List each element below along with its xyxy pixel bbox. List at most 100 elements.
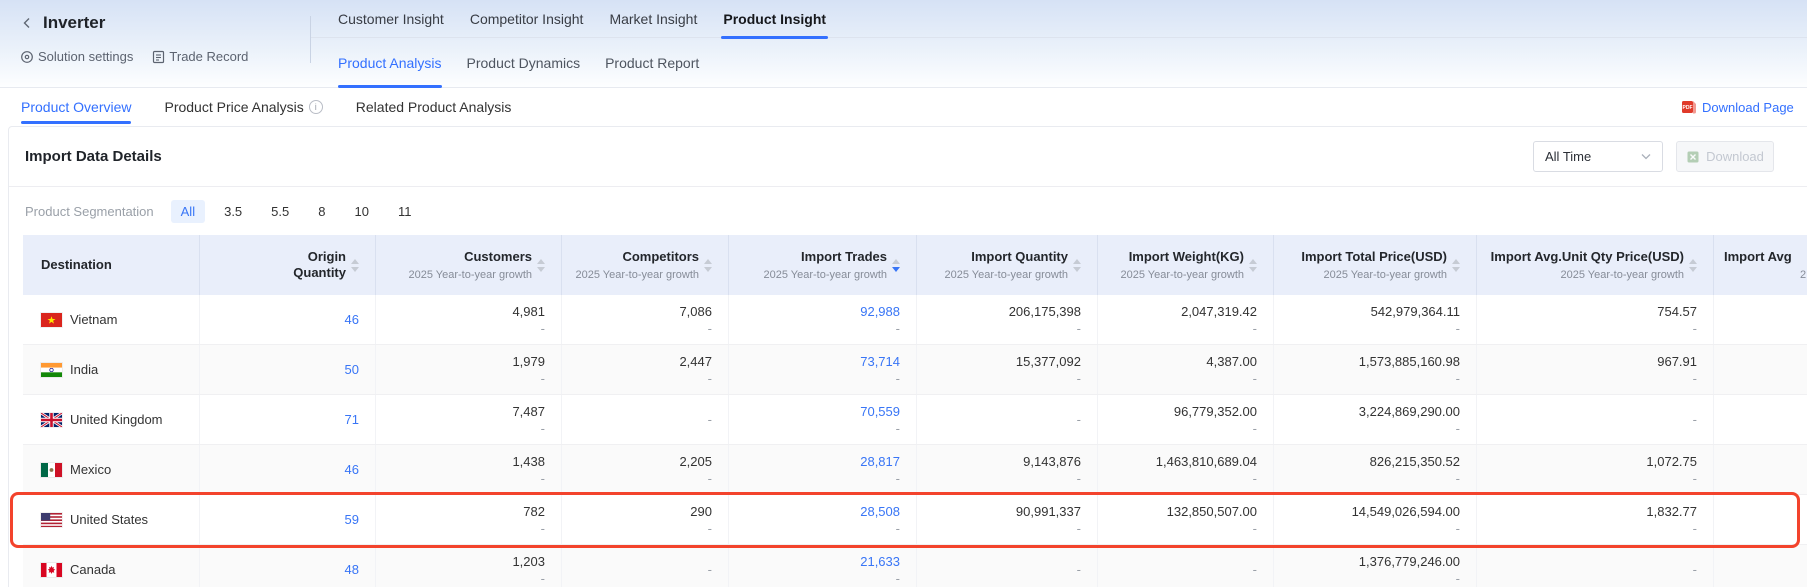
segment-option-3-5[interactable]: 3.5 [214,200,252,223]
origin-quantity-link[interactable]: 59 [345,511,359,528]
gear-icon [20,50,34,64]
download-page-button[interactable]: PDF Download Page [1681,88,1794,126]
segment-option-all[interactable]: All [171,200,205,223]
origin-quantity-link[interactable]: 46 [345,461,359,478]
trade-record-button[interactable]: Trade Record [152,49,248,64]
growth-value: - [1456,370,1460,387]
sort-control[interactable] [1249,259,1257,272]
column-header-import-quantity[interactable]: Import Quantity2025 Year-to-year growth [917,235,1098,295]
solution-settings-button[interactable]: Solution settings [20,49,133,64]
page-tab-related-product-analysis[interactable]: Related Product Analysis [356,88,512,126]
growth-value: - [1693,370,1697,387]
origin-quantity-link[interactable]: 50 [345,361,359,378]
metric-value: 967.91 [1657,353,1697,370]
sub-tab-product-dynamics[interactable]: Product Dynamics [467,38,581,87]
sort-control[interactable] [1073,259,1081,272]
main-tab-market-insight[interactable]: Market Insight [609,0,697,37]
growth-value: - [1077,411,1081,428]
time-filter-select[interactable]: All Time [1533,141,1663,172]
import-avg-partial-cell [1714,495,1807,544]
metric-value: 206,175,398 [1009,303,1081,320]
import-total-price-usd-cell: 542,979,364.11- [1274,295,1477,344]
growth-value: - [1253,370,1257,387]
segment-option-8[interactable]: 8 [308,200,335,223]
import-avg-partial-cell [1714,395,1807,444]
growth-value: - [1253,561,1257,578]
download-page-label: Download Page [1702,100,1794,115]
import-avg-unit-qty-price-usd-cell: - [1477,395,1714,444]
column-header-customers[interactable]: Customers2025 Year-to-year growth [376,235,562,295]
growth-value: - [708,320,712,337]
sort-control[interactable] [351,259,359,272]
import-trades-link[interactable]: 73,714 [860,353,900,370]
competitors-cell: 2,205- [562,445,729,494]
import-avg-unit-qty-price-usd-cell: - [1477,545,1714,587]
import-quantity-cell: 15,377,092- [917,345,1098,394]
import-trades-link[interactable]: 70,559 [860,403,900,420]
import-quantity-cell: - [917,395,1098,444]
sort-control[interactable] [704,259,712,272]
import-trades-cell: 28,508- [729,495,917,544]
metric-value: 1,573,885,160.98 [1359,353,1460,370]
import-data-panel: Import Data Details All Time Download Pr… [8,126,1807,587]
metric-value: 4,387.00 [1206,353,1257,370]
info-icon[interactable]: i [309,100,323,114]
metric-value: 4,981 [512,303,545,320]
tab-label: Product Dynamics [467,55,581,71]
page-tab-product-price-analysis[interactable]: Product Price Analysisi [164,88,322,126]
growth-value: - [896,320,900,337]
main-tab-customer-insight[interactable]: Customer Insight [338,0,444,37]
import-trades-link[interactable]: 92,988 [860,303,900,320]
import-quantity-cell: 90,991,337- [917,495,1098,544]
origin-quantity-cell: 50 [200,345,376,394]
column-title: Import Avg2 [1724,249,1806,282]
growth-value: - [1253,470,1257,487]
sort-control[interactable] [892,259,900,272]
sort-control[interactable] [1452,259,1460,272]
header-tabs: Customer Insight Competitor Insight Market… [311,0,1807,87]
sort-control[interactable] [537,259,545,272]
growth-value: - [541,520,545,537]
origin-quantity-link[interactable]: 71 [345,411,359,428]
metric-value: 132,850,507.00 [1167,503,1257,520]
origin-quantity-link[interactable]: 48 [345,561,359,578]
competitors-cell: - [562,545,729,587]
column-header-destination: Destination [23,235,200,295]
origin-quantity-cell: 46 [200,295,376,344]
tab-label: Product Insight [723,11,826,27]
back-button[interactable] [20,16,34,30]
page-tab-product-overview[interactable]: Product Overview [21,88,131,126]
column-header-import-trades[interactable]: Import Trades2025 Year-to-year growth [729,235,917,295]
canada-flag [41,563,62,577]
main-tab-bar: Customer Insight Competitor Insight Market… [311,0,1807,38]
column-header-import-weight-kg[interactable]: Import Weight(KG)2025 Year-to-year growt… [1098,235,1274,295]
growth-value: - [1456,320,1460,337]
sort-desc-icon [351,267,359,272]
document-icon [152,50,165,64]
table-row-india: India501,979-2,447-73,714-15,377,092-4,3… [23,345,1807,395]
growth-value: - [1693,411,1697,428]
download-button[interactable]: Download [1676,141,1774,172]
sort-control[interactable] [1689,259,1697,272]
column-header-origin-quantity[interactable]: OriginQuantity [200,235,376,295]
main-tab-product-insight[interactable]: Product Insight [723,0,826,37]
column-header-import-total-price-usd[interactable]: Import Total Price(USD)2025 Year-to-year… [1274,235,1477,295]
segment-option-11[interactable]: 11 [388,200,422,223]
import-avg-partial-cell [1714,295,1807,344]
import-trades-link[interactable]: 28,817 [860,453,900,470]
segment-option-5-5[interactable]: 5.5 [261,200,299,223]
main-tab-competitor-insight[interactable]: Competitor Insight [470,0,584,37]
import-total-price-usd-cell: 3,224,869,290.00- [1274,395,1477,444]
origin-quantity-link[interactable]: 46 [345,311,359,328]
import-trades-link[interactable]: 28,508 [860,503,900,520]
tab-label: Customer Insight [338,11,444,27]
destination-cell: United States [23,495,200,544]
import-trades-link[interactable]: 21,633 [860,553,900,570]
import-trades-cell: 92,988- [729,295,917,344]
trade-record-label: Trade Record [169,49,248,64]
column-header-import-avg-unit-qty-price-usd[interactable]: Import Avg.Unit Qty Price(USD)2025 Year-… [1477,235,1714,295]
sub-tab-product-analysis[interactable]: Product Analysis [338,38,442,87]
sub-tab-product-report[interactable]: Product Report [605,38,699,87]
column-header-competitors[interactable]: Competitors2025 Year-to-year growth [562,235,729,295]
segment-option-10[interactable]: 10 [344,200,378,223]
